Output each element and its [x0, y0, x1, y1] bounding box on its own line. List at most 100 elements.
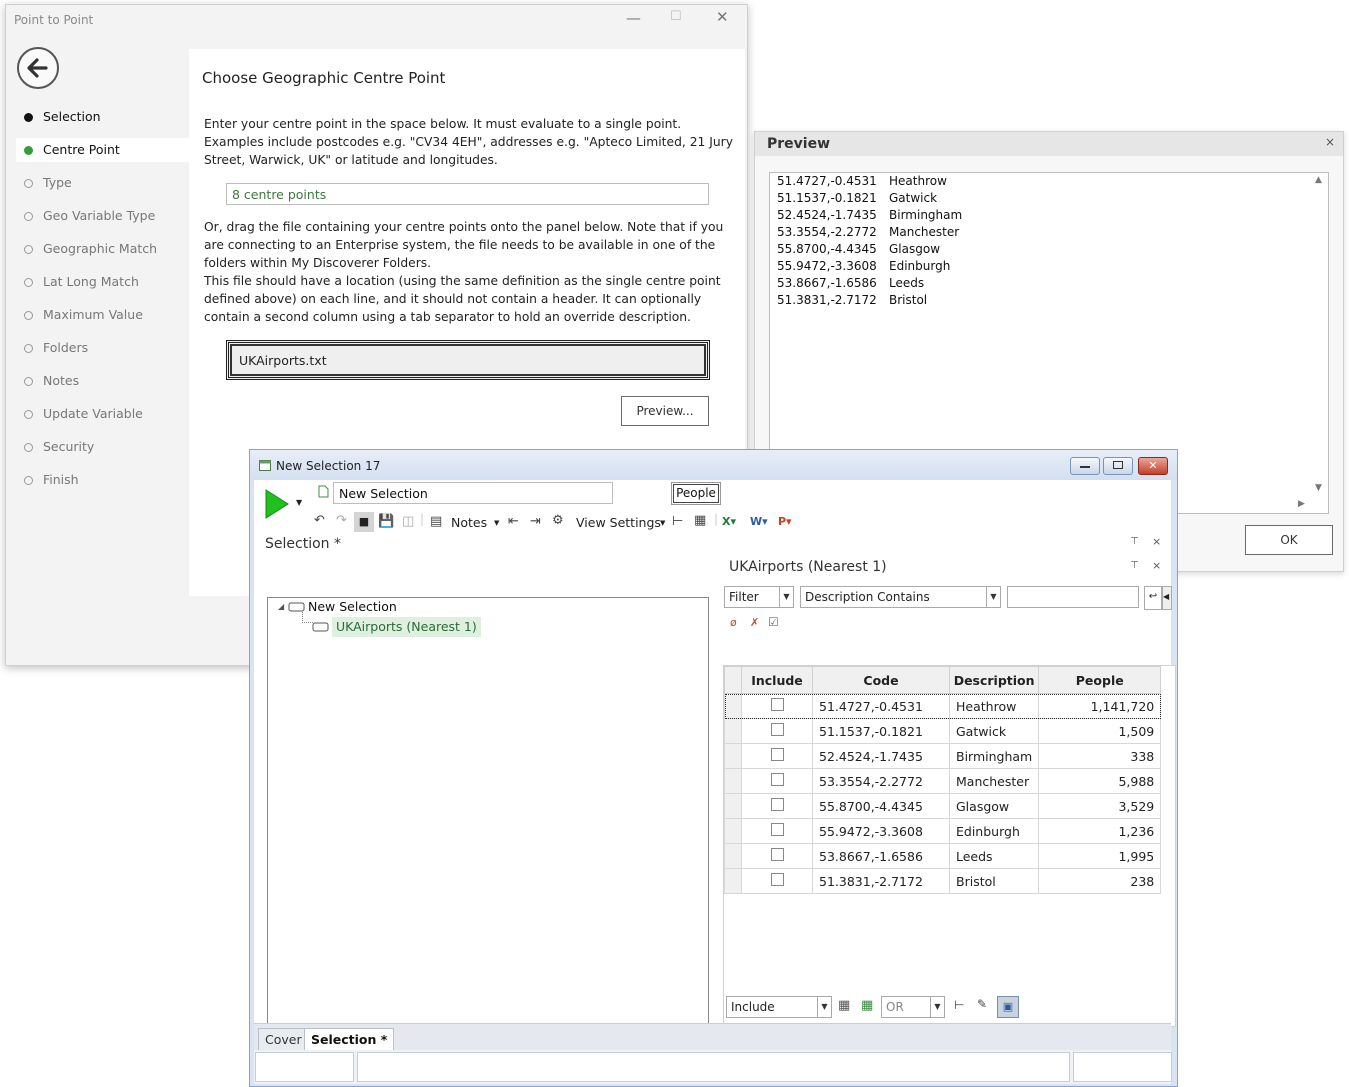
view-settings-menu[interactable]: View Settings	[576, 515, 661, 530]
chevron-down-icon[interactable]: ▼	[494, 519, 499, 527]
nav-step-maximum-value[interactable]: Maximum Value	[16, 303, 190, 327]
include-combo[interactable]: Include ▼	[726, 996, 832, 1018]
include-checkbox[interactable]	[770, 873, 784, 886]
row-header[interactable]	[724, 843, 742, 869]
table-row[interactable]: 51.3831,-2.7172 Bristol 238	[724, 868, 1162, 894]
checklist-icon[interactable]: ☑	[768, 615, 779, 629]
table-row[interactable]: 53.8667,-1.6586 Leeds 1,995	[724, 843, 1162, 869]
chevron-down-icon[interactable]: ▼	[296, 498, 302, 507]
column-header-people[interactable]: People	[1038, 666, 1162, 694]
outdent-icon[interactable]: ⇥	[530, 514, 541, 529]
apply-filter-icon[interactable]: ↩	[1144, 586, 1162, 610]
clipboard-icon[interactable]: ▤	[430, 514, 442, 529]
nav-step-centre-point[interactable]: Centre Point	[16, 138, 190, 162]
window-icon[interactable]: ▣	[997, 996, 1019, 1018]
expand-icon[interactable]: ◢	[278, 602, 284, 611]
nav-step-type[interactable]: Type	[16, 171, 190, 195]
nav-step-lat-long-match[interactable]: Lat Long Match	[16, 270, 190, 294]
table-row[interactable]: 51.1537,-0.1821 Gatwick 1,509	[724, 718, 1162, 744]
link-icon[interactable]: ⊢	[954, 998, 964, 1012]
description-contains-combo[interactable]: Description Contains ▼	[800, 586, 1001, 608]
nav-step-notes[interactable]: Notes	[16, 369, 190, 393]
row-header[interactable]	[724, 818, 742, 844]
scroll-up-icon[interactable]: ▲	[1315, 175, 1322, 185]
preview-button[interactable]: Preview...	[621, 396, 709, 426]
nav-step-selection[interactable]: Selection	[16, 105, 190, 129]
table-icon[interactable]: ▦	[694, 513, 706, 528]
row-header[interactable]	[724, 793, 742, 819]
tab-selection[interactable]: Selection *	[304, 1028, 395, 1051]
selection-name-input[interactable]: New Selection	[333, 482, 613, 504]
settings-icon[interactable]: ⚙	[552, 513, 564, 528]
people-button[interactable]: People	[671, 482, 721, 505]
run-icon[interactable]	[264, 488, 290, 520]
table-row[interactable]: 55.9472,-3.3608 Edinburgh 1,236	[724, 818, 1162, 844]
lock-icon[interactable]: ■	[354, 512, 374, 532]
minimize-button[interactable]	[1070, 457, 1100, 475]
indent-icon[interactable]: ⇤	[508, 514, 519, 529]
ok-button[interactable]: OK	[1245, 525, 1333, 555]
minimize-icon[interactable]: —	[626, 9, 641, 27]
maximize-button[interactable]	[1103, 457, 1133, 475]
include-checkbox[interactable]	[770, 798, 784, 811]
close-icon[interactable]: ×	[1152, 535, 1161, 548]
powerpoint-icon[interactable]: P▾	[778, 515, 792, 528]
back-button[interactable]	[17, 47, 59, 89]
scroll-right-icon[interactable]: ▶	[1298, 499, 1305, 509]
preview-name: Leeds	[889, 276, 925, 290]
include-checkbox[interactable]	[770, 823, 784, 836]
filter-text-input[interactable]	[1007, 586, 1139, 608]
centre-point-input[interactable]: 8 centre points	[226, 183, 709, 205]
nav-step-geographic-match[interactable]: Geographic Match	[16, 237, 190, 261]
include-checkbox[interactable]	[770, 848, 784, 861]
filter-combo[interactable]: Filter ▼	[724, 586, 794, 608]
nav-step-geo-variable-type[interactable]: Geo Variable Type	[16, 204, 190, 228]
row-header[interactable]	[724, 768, 742, 794]
description-cell: Birmingham	[948, 743, 1040, 769]
or-combo[interactable]: OR ▼	[881, 996, 945, 1018]
nav-step-security[interactable]: Security	[16, 435, 190, 459]
exclude-icon[interactable]: ✗	[750, 616, 759, 629]
pin-icon[interactable]: ⊤	[1130, 536, 1139, 547]
column-header-code[interactable]: Code	[812, 666, 950, 694]
tree-root-label[interactable]: New Selection	[308, 599, 397, 614]
include-checkbox[interactable]	[770, 698, 784, 711]
row-header[interactable]	[724, 868, 742, 894]
nav-step-finish[interactable]: Finish	[16, 468, 190, 492]
table-row[interactable]: 52.4524,-1.7435 Birmingham 338	[724, 743, 1162, 769]
nav-step-folders[interactable]: Folders	[16, 336, 190, 360]
include-checkbox[interactable]	[770, 723, 784, 736]
tab-cover[interactable]: Cover	[258, 1028, 309, 1052]
edit-icon[interactable]: ✎	[977, 997, 987, 1011]
tree-icon[interactable]: ⊢	[672, 514, 683, 529]
notes-menu[interactable]: Notes	[451, 515, 487, 530]
pin-icon[interactable]: ⊤	[1130, 560, 1139, 571]
save-icon[interactable]: 💾	[378, 514, 394, 529]
word-icon[interactable]: W▾	[750, 515, 768, 528]
nav-step-update-variable[interactable]: Update Variable	[16, 402, 190, 426]
include-checkbox[interactable]	[770, 773, 784, 786]
table-row[interactable]: 53.3554,-2.2772 Manchester 5,988	[724, 768, 1162, 794]
undo-icon[interactable]: ↶	[314, 513, 325, 528]
file-drop-zone[interactable]: UKAirports.txt	[226, 340, 710, 380]
clear-icon[interactable]: ø	[730, 616, 737, 629]
close-button[interactable]: ✕	[1138, 457, 1168, 475]
column-header-include[interactable]: Include	[741, 666, 813, 694]
table-row[interactable]: 55.8700,-4.4345 Glasgow 3,529	[724, 793, 1162, 819]
tree-child-label[interactable]: UKAirports (Nearest 1)	[332, 617, 481, 637]
close-icon[interactable]: ×	[1325, 135, 1335, 149]
scroll-down-icon[interactable]: ▼	[1315, 483, 1322, 493]
table-row[interactable]: 51.4727,-0.4531 Heathrow 1,141,720	[724, 693, 1162, 719]
column-header-description[interactable]: Description	[948, 666, 1040, 694]
close-icon[interactable]: ×	[1152, 559, 1161, 572]
calendar-icon[interactable]: ▦	[838, 998, 850, 1013]
chevron-down-icon[interactable]: ▼	[660, 519, 665, 527]
row-header[interactable]	[724, 718, 742, 744]
row-header[interactable]	[724, 693, 742, 719]
collapse-icon[interactable]: ◀	[1162, 586, 1172, 610]
excel-icon[interactable]: X▾	[722, 515, 736, 528]
row-header[interactable]	[724, 743, 742, 769]
include-checkbox[interactable]	[770, 748, 784, 761]
close-icon[interactable]: ✕	[716, 8, 729, 26]
grid-icon[interactable]: ▦	[861, 998, 873, 1013]
